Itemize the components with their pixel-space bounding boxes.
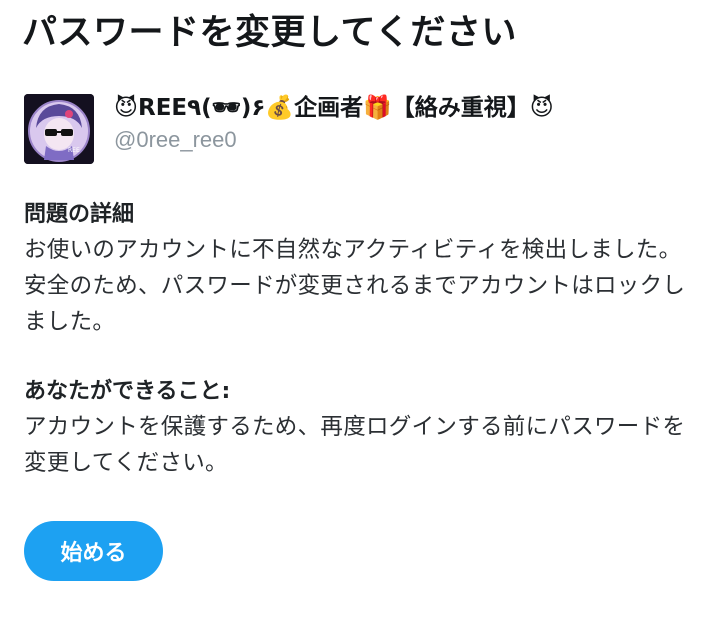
start-button[interactable]: 始める <box>24 521 163 581</box>
details-heading: 問題の詳細 <box>24 202 135 227</box>
details-body: お使いのアカウントに不自然なアクティビティを検出しました。安全のため、パスワード… <box>24 237 686 335</box>
avatar-image: REE <box>24 94 94 164</box>
action-section: あなたができること: アカウントを保護するため、再度ログインする前にパスワードを… <box>24 375 694 481</box>
avatar: REE <box>24 94 94 164</box>
page-title: パスワードを変更してください <box>22 13 517 53</box>
action-heading: あなたができること: <box>24 379 231 404</box>
account-handle: @0ree_ree0 <box>114 127 237 152</box>
action-body: アカウントを保護するため、再度ログインする前にパスワードを変更してください。 <box>24 414 686 476</box>
account-card: REE 😈REE٩(🕶)۶💰企画者🎁【絡み重視】😈 @0ree_ree0 <box>24 94 554 164</box>
details-section: 問題の詳細 お使いのアカウントに不自然なアクティビティを検出しました。安全のため… <box>24 198 694 340</box>
svg-text:REE: REE <box>68 147 80 154</box>
account-display-name: 😈REE٩(🕶)۶💰企画者🎁【絡み重視】😈 <box>114 95 554 121</box>
